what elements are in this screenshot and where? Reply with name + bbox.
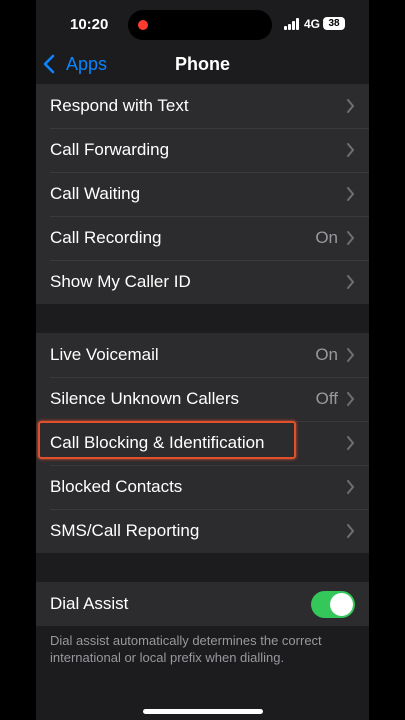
- row-label: SMS/Call Reporting: [50, 521, 200, 540]
- chevron-right-icon: [347, 480, 355, 494]
- row-label: Call Recording: [50, 228, 162, 247]
- page-title: Phone: [174, 54, 230, 74]
- chevron-right-icon: [347, 143, 355, 157]
- row-dial-assist: Dial Assist: [36, 582, 369, 626]
- network-type: 4G: [304, 17, 321, 31]
- row-label: Call Forwarding: [50, 140, 170, 159]
- cellular-signal-icon: [284, 18, 302, 30]
- recording-indicator-icon: [138, 20, 148, 30]
- row-label: Call Waiting: [50, 184, 141, 203]
- chevron-right-icon: [347, 231, 355, 245]
- chevron-right-icon: [347, 348, 355, 362]
- row-value: On: [315, 228, 338, 247]
- home-indicator[interactable]: [143, 709, 263, 714]
- row-show-my-caller-id[interactable]: Show My Caller ID: [36, 260, 369, 304]
- chevron-right-icon: [347, 187, 355, 201]
- chevron-right-icon: [347, 99, 355, 113]
- dial-assist-toggle[interactable]: [311, 590, 355, 618]
- row-sms-call-reporting[interactable]: SMS/Call Reporting: [36, 509, 369, 553]
- highlight-box: [38, 421, 296, 459]
- row-label: Dial Assist: [50, 594, 129, 613]
- status-time: 10:20: [70, 16, 109, 33]
- chevron-right-icon: [347, 524, 355, 538]
- row-call-forwarding[interactable]: Call Forwarding: [36, 128, 369, 172]
- row-label: Blocked Contacts: [50, 477, 183, 496]
- settings-group-1: Respond with Text Call Forwarding Call W…: [36, 84, 369, 304]
- status-bar: 10:20 4G 38: [36, 0, 369, 46]
- row-label: Live Voicemail: [50, 345, 159, 364]
- row-value: Off: [315, 389, 338, 408]
- row-value: On: [315, 345, 338, 364]
- row-call-recording[interactable]: Call Recording On: [36, 216, 369, 260]
- row-live-voicemail[interactable]: Live Voicemail On: [36, 333, 369, 377]
- row-label: Respond with Text: [50, 96, 189, 115]
- row-label: Show My Caller ID: [50, 272, 191, 291]
- toggle-knob: [330, 592, 353, 616]
- row-label: Silence Unknown Callers: [50, 389, 239, 408]
- row-silence-unknown-callers[interactable]: Silence Unknown Callers Off: [36, 377, 369, 421]
- row-call-waiting[interactable]: Call Waiting: [36, 172, 369, 216]
- chevron-right-icon: [347, 436, 355, 450]
- dynamic-island: [128, 10, 272, 40]
- dial-assist-footnote: Dial assist automatically determines the…: [50, 633, 322, 665]
- settings-group-3: Dial Assist: [36, 582, 369, 626]
- row-respond-with-text[interactable]: Respond with Text: [36, 84, 369, 128]
- chevron-right-icon: [347, 275, 355, 289]
- navigation-bar: Apps Phone: [36, 46, 369, 82]
- battery-icon: 38: [323, 17, 345, 30]
- row-blocked-contacts[interactable]: Blocked Contacts: [36, 465, 369, 509]
- chevron-right-icon: [347, 392, 355, 406]
- phone-screen: 10:20 4G 38 Apps Phone Respond with Text…: [36, 0, 369, 720]
